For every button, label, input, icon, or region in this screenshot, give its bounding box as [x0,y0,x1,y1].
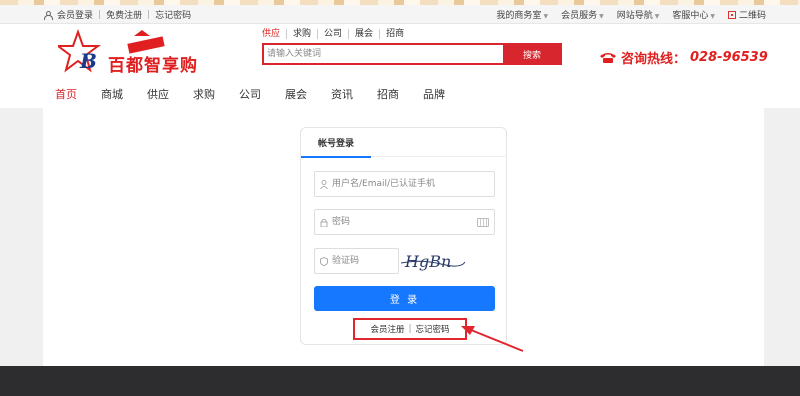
captcha-input[interactable] [332,249,396,273]
nav-item-purchase[interactable]: 求购 [193,86,215,102]
login-tabs: 帐号登录 [301,128,507,158]
qrcode-label: 二维码 [738,11,766,21]
captcha-field [314,248,399,274]
nav-item-exhibition[interactable]: 展会 [285,86,307,102]
login-button[interactable]: 登 录 [314,286,495,311]
site-logo[interactable]: B 百都智享购 [55,28,208,76]
search-tab-supply[interactable]: 供应 [262,29,286,39]
search-button[interactable]: 搜索 [503,43,561,65]
tab-account-login[interactable]: 帐号登录 [301,128,371,158]
search-box: 搜索 [262,43,562,65]
top-bar-right: 我的商务室 ▼ 会员服务 ▼ 网站导航 ▼ 客服中心 ▼ 二维码 [496,5,766,24]
nav-item-brand[interactable]: 品牌 [423,86,445,102]
top-bar: 会员登录 | 免费注册 | 忘记密码 我的商务室 ▼ 会员服务 ▼ 网站导航 ▼ 客服… [0,5,800,24]
login-card: 帐号登录 HgBn 登 录 会员注册 | 忘记密码 [300,127,507,345]
hotline: 咨询热线： 028-96539 [599,48,768,67]
nav-item-home[interactable]: 首页 [55,86,77,102]
member-service-menu[interactable]: 会员服务 ▼ [561,8,604,21]
search-tab-investment[interactable]: 招商 [379,29,410,39]
forgot-password-link[interactable]: 忘记密码 [155,8,191,21]
divider: | [98,9,102,20]
customer-service-label: 客服中心 [672,11,709,21]
member-login-link[interactable]: 会员登录 [57,8,93,21]
main-nav: 首页 商城 供应 求购 公司 展会 资讯 招商 品牌 [55,86,469,102]
captcha-image[interactable]: HgBn [401,248,465,274]
hotline-number: 028-96539 [690,50,768,65]
brand-name: 百都智享购 [108,56,198,76]
logo-letter: B [79,49,97,73]
nav-item-investment[interactable]: 招商 [377,86,399,102]
qrcode-icon [727,11,736,19]
password-field [314,209,495,235]
account-links-highlight: 会员注册 | 忘记密码 [353,318,467,340]
qrcode-link[interactable]: 二维码 [727,8,766,21]
nav-item-supply[interactable]: 供应 [147,86,169,102]
user-icon [320,180,328,189]
forgot-password-link[interactable]: 忘记密码 [415,323,449,335]
search-tab-company[interactable]: 公司 [317,29,348,39]
customer-service-menu[interactable]: 客服中心 ▼ [672,8,715,21]
user-icon [44,10,53,20]
site-nav-label: 网站导航 [616,11,653,21]
password-input[interactable] [332,210,472,234]
shield-icon [320,257,328,266]
keyboard-icon[interactable] [477,218,489,227]
lock-icon [320,218,328,227]
chevron-down-icon: ▼ [710,13,715,20]
my-office-menu[interactable]: 我的商务室 ▼ [496,8,548,21]
nav-item-mall[interactable]: 商城 [101,86,123,102]
chevron-down-icon: ▼ [543,13,549,20]
member-service-label: 会员服务 [561,11,598,21]
search-tab-exhibition[interactable]: 展会 [348,29,379,39]
divider: | [408,324,412,334]
member-register-link[interactable]: 会员注册 [371,323,405,335]
chevron-down-icon: ▼ [599,13,604,20]
nav-item-news[interactable]: 资讯 [331,86,353,102]
search-tab-purchase[interactable]: 求购 [286,29,317,39]
chevron-down-icon: ▼ [654,13,660,20]
hotline-label: 咨询热线： [621,52,687,67]
phone-icon [600,53,616,63]
footer [0,366,800,396]
divider: | [147,9,151,20]
search-input[interactable] [264,45,504,63]
nav-item-company[interactable]: 公司 [239,86,261,102]
annotation-arrow-icon [461,326,524,352]
site-nav-menu[interactable]: 网站导航 ▼ [617,8,660,21]
free-register-link[interactable]: 免费注册 [106,8,142,21]
top-bar-left: 会员登录 | 免费注册 | 忘记密码 [44,5,191,24]
search-category-tabs: 供应 求购 公司 展会 招商 [262,29,410,39]
username-input[interactable] [332,172,492,196]
my-office-label: 我的商务室 [496,11,542,21]
username-field [314,171,495,197]
